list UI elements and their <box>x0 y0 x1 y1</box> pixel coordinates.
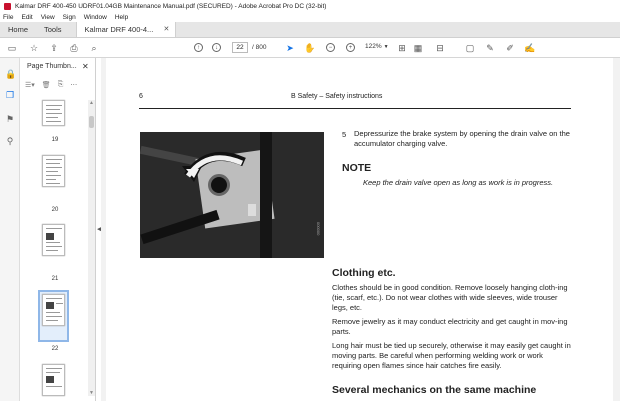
more-icon[interactable]: ⋯ <box>70 81 77 89</box>
page-thumbnails-icon[interactable]: ❐ <box>5 90 15 100</box>
highlight-pen-icon[interactable]: ✎ <box>484 42 496 54</box>
thumbnail-label: 22 <box>51 346 59 352</box>
menu-sign[interactable]: Sign <box>63 14 76 21</box>
close-panel-icon[interactable]: ✕ <box>82 62 89 71</box>
scroll-mode-icon[interactable]: ⊟ <box>434 42 446 54</box>
document-scrollbar[interactable] <box>613 58 620 401</box>
thumbnail-page-21[interactable] <box>42 224 65 256</box>
step-text: Depressurize the brake system by opening… <box>354 129 570 148</box>
delete-icon[interactable]: 🗑 <box>42 81 51 89</box>
valve-photo: 000000 <box>140 132 324 258</box>
page-number: 6 <box>139 93 143 100</box>
clothing-paragraph-2: Remove jewelry as it may conduct electri… <box>332 317 568 336</box>
thumbnail-label: 19 <box>51 137 59 143</box>
next-page-icon[interactable]: ↓ <box>212 43 221 52</box>
thumbnails-title: Page Thumbn... <box>27 63 77 70</box>
tab-home[interactable]: Home <box>0 22 36 37</box>
lock-icon[interactable]: 🔒 <box>5 69 16 79</box>
thumbnail-page-19[interactable] <box>42 100 65 126</box>
menu-view[interactable]: View <box>41 14 55 21</box>
page-total: / 800 <box>252 44 267 51</box>
page-number-input[interactable]: 22 <box>232 42 248 53</box>
scroll-thumb[interactable] <box>89 116 94 128</box>
page-display-icon[interactable]: ▦ <box>412 42 424 54</box>
zoom-select[interactable]: 122% ▼ <box>365 43 393 53</box>
tab-document-label: Kalmar DRF 400-4... <box>84 25 154 34</box>
acrobat-icon <box>4 2 11 10</box>
document-viewer: 6 B Safety – Safety instructions 000000 … <box>101 58 620 401</box>
save-icon[interactable]: ▭ <box>6 42 18 54</box>
insert-page-icon[interactable]: ⎘ <box>58 81 64 89</box>
clothing-paragraph-1: Clothes should be in good condition. Rem… <box>332 283 568 312</box>
clothing-heading: Clothing etc. <box>332 267 396 279</box>
print-icon[interactable]: ⎙ <box>68 42 80 54</box>
section-header: B Safety – Safety instructions <box>291 93 383 100</box>
search-icon[interactable]: ⌕ <box>88 42 100 54</box>
hand-tool-icon[interactable]: ✋ <box>304 42 316 54</box>
toolbar: ▭ ☆ ⇪ ⎙ ⌕ ↑ ↓ 22 / 800 ➤ ✋ − + 122% ▼ ⊞ ▦… <box>0 38 620 58</box>
tab-document[interactable]: Kalmar DRF 400-4... ✕ <box>75 22 177 37</box>
close-icon[interactable]: ✕ <box>163 25 169 33</box>
tab-tools[interactable]: Tools <box>36 22 70 37</box>
zoom-in-icon[interactable]: + <box>346 43 355 52</box>
menu-edit[interactable]: Edit <box>21 14 32 21</box>
note-heading: NOTE <box>342 162 372 174</box>
select-cursor-icon[interactable]: ➤ <box>284 42 296 54</box>
step-number: 5 <box>342 130 347 139</box>
thumbnail-label: 20 <box>51 207 59 213</box>
previous-page-icon[interactable]: ↑ <box>194 43 203 52</box>
thumbnail-tools: ☰▾ 🗑 ⎘ ⋯ <box>25 78 91 92</box>
thumbnail-options-icon[interactable]: ☰▾ <box>25 81 35 89</box>
scroll-up-icon[interactable]: ▲ <box>89 100 94 106</box>
thumbnail-page-23[interactable] <box>42 364 65 396</box>
menu-file[interactable]: File <box>3 14 13 21</box>
bookmark-icon[interactable]: ⚑ <box>5 114 15 124</box>
attachment-icon[interactable]: ⚲ <box>5 136 15 146</box>
mechanics-heading: Several mechanics on the same machine <box>332 384 537 396</box>
draw-icon[interactable]: ✐ <box>504 42 516 54</box>
window-title: Kalmar DRF 400-450 UDRF01.04GB Maintenan… <box>15 2 327 10</box>
rotation-arrow-icon <box>182 151 246 182</box>
title-bar: Kalmar DRF 400-450 UDRF01.04GB Maintenan… <box>0 0 620 12</box>
thumbnail-page-22[interactable] <box>42 294 65 326</box>
zoom-value: 122% <box>365 43 382 50</box>
menu-help[interactable]: Help <box>115 14 128 21</box>
menu-bar: File Edit View Sign Window Help <box>0 12 620 22</box>
left-rail: 🔒 ❐ ⚑ ⚲ <box>0 58 20 401</box>
pdf-page: 6 B Safety – Safety instructions 000000 … <box>106 58 614 401</box>
fit-page-icon[interactable]: ⊞ <box>396 42 408 54</box>
chevron-down-icon: ▼ <box>383 44 389 50</box>
scroll-down-icon[interactable]: ▼ <box>89 390 94 396</box>
note-text: Keep the drain valve open as long as wor… <box>363 178 554 187</box>
comment-icon[interactable]: ▢ <box>464 42 476 54</box>
thumbnail-label: 21 <box>51 276 59 282</box>
bookmark-star-icon[interactable]: ☆ <box>28 42 40 54</box>
clothing-paragraph-3: Long hair must be tied up securely, othe… <box>332 341 571 370</box>
fill-sign-icon[interactable]: ✍ <box>524 42 536 54</box>
menu-window[interactable]: Window <box>84 14 107 21</box>
upload-icon[interactable]: ⇪ <box>48 42 60 54</box>
tab-bar: Home Tools Kalmar DRF 400-4... ✕ <box>0 22 620 38</box>
thumbnail-page-20[interactable] <box>42 155 65 187</box>
zoom-out-icon[interactable]: − <box>326 43 335 52</box>
thumbnails-scrollbar[interactable]: ▲ ▼ <box>88 100 95 396</box>
photo-code: 000000 <box>316 222 321 236</box>
header-rule <box>139 108 571 109</box>
